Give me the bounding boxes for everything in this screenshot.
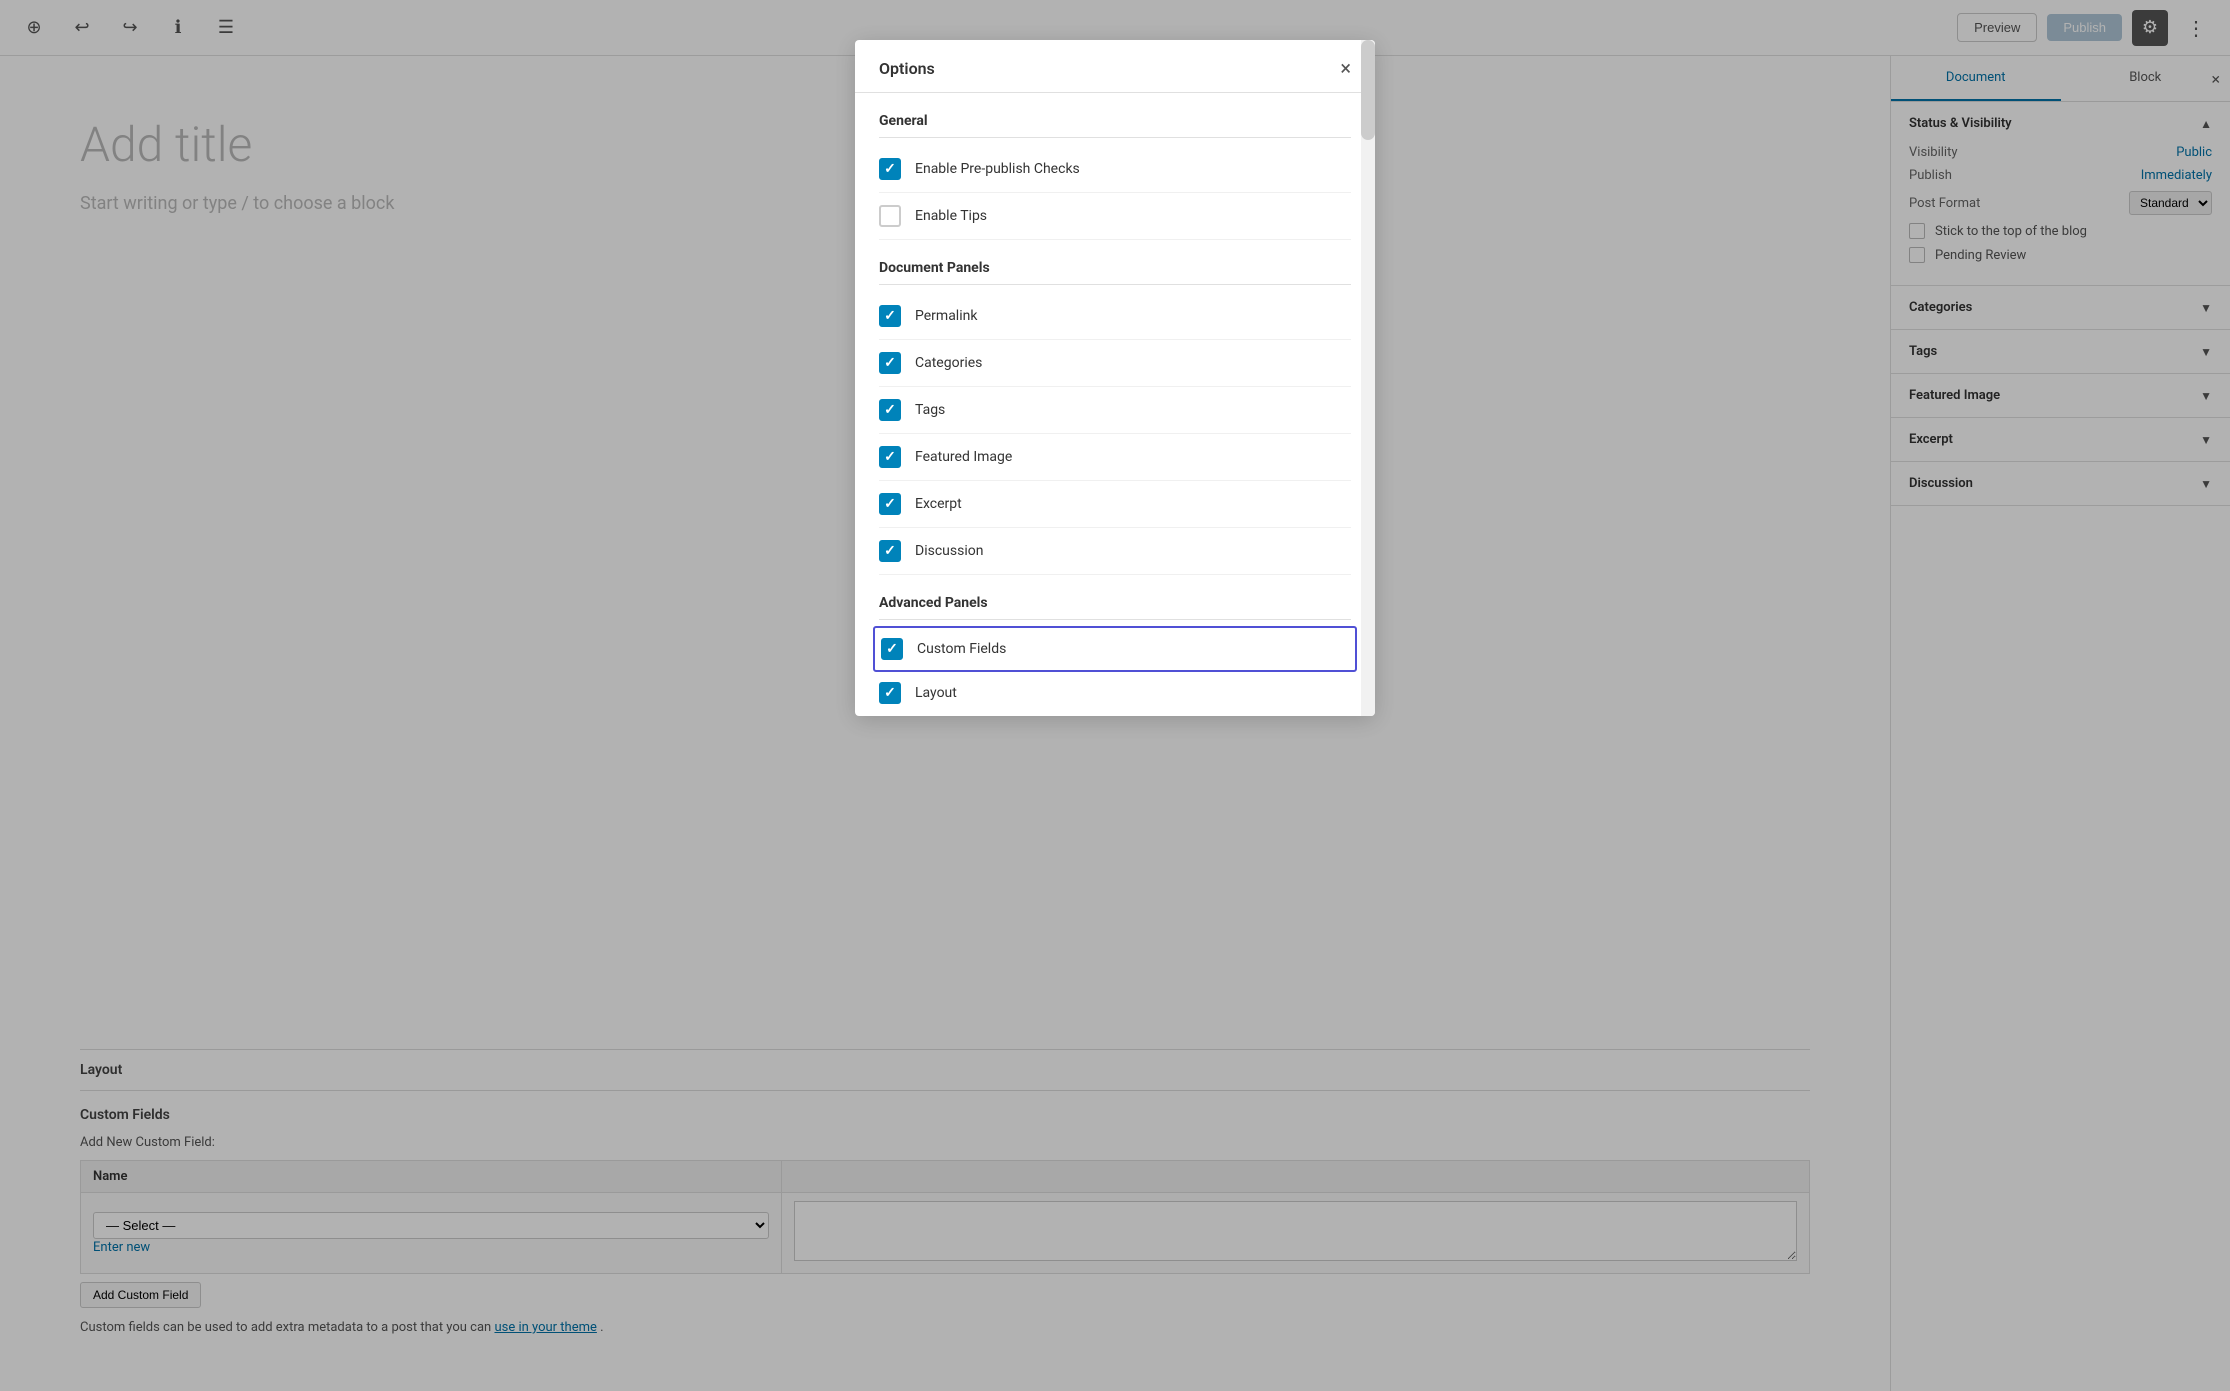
modal-scrollbar-thumb[interactable] <box>1361 40 1375 140</box>
modal-body: General Enable Pre-publish Checks Enable… <box>855 93 1375 716</box>
categories-checkbox[interactable] <box>879 352 901 374</box>
excerpt-label: Excerpt <box>915 496 962 512</box>
featured-image-label: Featured Image <box>915 449 1012 465</box>
modal-item-discussion: Discussion <box>879 528 1351 575</box>
featured-image-checkbox[interactable] <box>879 446 901 468</box>
tags-checkbox[interactable] <box>879 399 901 421</box>
modal-title: Options <box>879 59 935 78</box>
tips-checkbox[interactable] <box>879 205 901 227</box>
excerpt-checkbox[interactable] <box>879 493 901 515</box>
options-modal: Options × General Enable Pre-publish Che… <box>855 40 1375 716</box>
general-section-title: General <box>879 113 1351 129</box>
modal-item-categories: Categories <box>879 340 1351 387</box>
advanced-panels-section-title: Advanced Panels <box>879 595 1351 611</box>
permalink-checkbox[interactable] <box>879 305 901 327</box>
modal-item-layout: Layout <box>879 670 1351 716</box>
modal-item-permalink: Permalink <box>879 293 1351 340</box>
custom-fields-checkbox[interactable] <box>881 638 903 660</box>
discussion-checkbox[interactable] <box>879 540 901 562</box>
modal-header: Options × <box>855 40 1375 93</box>
pre-publish-label: Enable Pre-publish Checks <box>915 161 1080 177</box>
modal-item-tips: Enable Tips <box>879 193 1351 240</box>
discussion-label: Discussion <box>915 543 983 559</box>
tags-label: Tags <box>915 402 945 418</box>
categories-label: Categories <box>915 355 982 371</box>
modal-item-featured-image: Featured Image <box>879 434 1351 481</box>
modal-item-pre-publish: Enable Pre-publish Checks <box>879 146 1351 193</box>
layout-checkbox[interactable] <box>879 682 901 704</box>
permalink-label: Permalink <box>915 308 977 324</box>
layout-label: Layout <box>915 685 957 701</box>
pre-publish-checkbox[interactable] <box>879 158 901 180</box>
modal-item-tags: Tags <box>879 387 1351 434</box>
document-panels-section-title: Document Panels <box>879 260 1351 276</box>
modal-close-button[interactable]: × <box>1340 58 1351 78</box>
tips-label: Enable Tips <box>915 208 987 224</box>
custom-fields-label: Custom Fields <box>917 641 1006 657</box>
modal-item-custom-fields: Custom Fields <box>873 626 1357 672</box>
modal-item-excerpt: Excerpt <box>879 481 1351 528</box>
